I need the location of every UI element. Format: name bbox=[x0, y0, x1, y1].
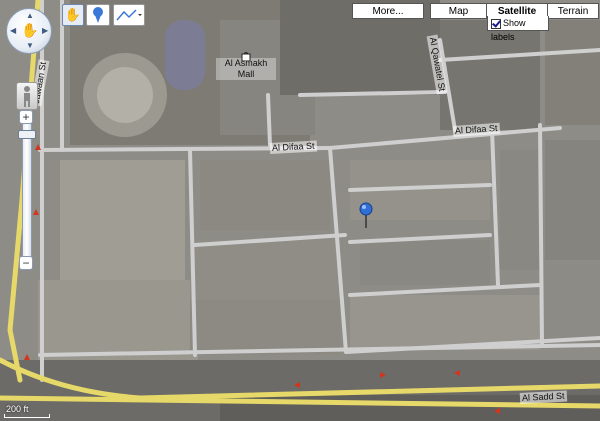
more-button[interactable]: More... bbox=[352, 3, 424, 19]
scale-bar bbox=[4, 414, 50, 418]
place-marker-button[interactable] bbox=[86, 4, 110, 26]
show-labels-toggle[interactable]: Show labels bbox=[487, 16, 549, 42]
show-labels-checkbox[interactable] bbox=[491, 18, 501, 29]
pan-control-icon[interactable]: ▲ ▼ ◀ ▶ ✋ bbox=[6, 8, 52, 54]
hand-tool-button[interactable]: ✋ bbox=[62, 4, 84, 26]
scale-label: 200 ft bbox=[6, 404, 29, 414]
zoom-in-button[interactable]: + bbox=[19, 110, 33, 124]
zoom-out-button[interactable]: − bbox=[19, 256, 33, 270]
map-pin-icon[interactable] bbox=[359, 202, 373, 228]
poi-label-line2: Mall bbox=[216, 69, 276, 80]
zoom-slider-handle[interactable] bbox=[18, 130, 36, 139]
draw-line-button[interactable] bbox=[113, 4, 145, 26]
zoom-slider-track[interactable] bbox=[22, 122, 32, 266]
poi-al-asmakh-mall[interactable]: Al Asmakh Mall bbox=[216, 48, 276, 80]
pegman-icon[interactable] bbox=[16, 82, 38, 110]
poi-label-line1: Al Asmakh bbox=[216, 58, 276, 69]
pan-left-arrow-icon[interactable]: ◀ bbox=[10, 26, 16, 35]
shopping-bag-icon bbox=[241, 48, 251, 62]
pan-right-arrow-icon[interactable]: ▶ bbox=[42, 26, 48, 35]
map-type-terrain-button[interactable]: Terrain bbox=[547, 3, 599, 19]
hand-icon: ✋ bbox=[64, 7, 82, 22]
hand-center-icon: ✋ bbox=[21, 22, 39, 38]
satellite-imagery bbox=[0, 0, 600, 421]
map-type-map-button[interactable]: Map bbox=[430, 3, 487, 19]
draw-line-icon bbox=[116, 9, 142, 21]
satellite-map[interactable]: Jawaan St Al Difaa St Al Difaa St Al Qaw… bbox=[0, 0, 600, 421]
pan-up-arrow-icon[interactable]: ▲ bbox=[26, 11, 34, 20]
place-marker-icon bbox=[93, 7, 103, 23]
pan-down-arrow-icon[interactable]: ▼ bbox=[26, 41, 34, 50]
